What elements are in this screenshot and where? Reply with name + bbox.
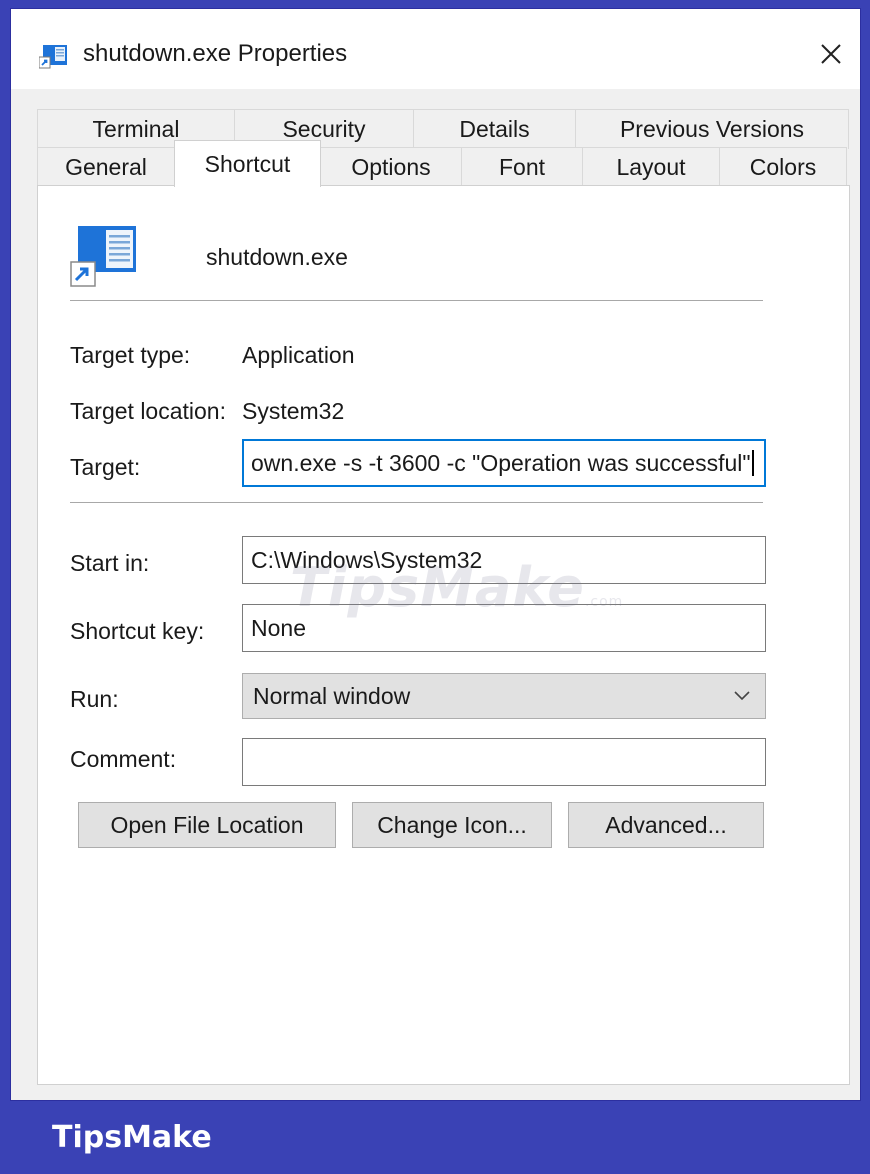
start-in-label: Start in:	[70, 550, 150, 576]
shortcut-tab-panel: shutdown.exe Target type: Application Ta…	[37, 185, 850, 1085]
shortcut-key-label: Shortcut key:	[70, 618, 205, 644]
target-field[interactable]: own.exe -s -t 3600 -c "Operation was suc…	[242, 439, 766, 487]
shortcut-name: shutdown.exe	[206, 244, 348, 270]
title-bar: shutdown.exe Properties	[11, 9, 860, 89]
footer-bar: TipsMake	[0, 1108, 870, 1174]
tab-general[interactable]: General	[37, 147, 175, 187]
target-location-value: System32	[242, 398, 345, 424]
advanced-button[interactable]: Advanced...	[568, 802, 764, 848]
target-label: Target:	[70, 454, 141, 480]
tab-colors[interactable]: Colors	[719, 147, 847, 187]
close-button[interactable]	[808, 31, 854, 77]
tab-row-bottom: General Shortcut Options Font Layout Col…	[37, 140, 847, 187]
tab-details[interactable]: Details	[413, 109, 576, 149]
text-caret	[751, 450, 754, 476]
application-icon	[70, 226, 136, 287]
footer-brand: TipsMake	[52, 1120, 212, 1155]
tab-previous-versions[interactable]: Previous Versions	[575, 109, 849, 149]
properties-dialog: shutdown.exe Properties Terminal Securit…	[10, 8, 861, 1101]
comment-field[interactable]	[242, 738, 766, 786]
target-field-text: own.exe -s -t 3600 -c "Operation was suc…	[251, 449, 751, 476]
target-type-label: Target type:	[70, 342, 191, 368]
target-location-label: Target location:	[70, 398, 226, 424]
run-label: Run:	[70, 686, 119, 712]
comment-label: Comment:	[70, 746, 177, 772]
tab-row-top: Terminal Security Details Previous Versi…	[37, 109, 849, 149]
tab-font[interactable]: Font	[461, 147, 583, 187]
start-in-field[interactable]: C:\Windows\System32	[242, 536, 766, 584]
shortcut-key-field[interactable]: None	[242, 604, 766, 652]
window-title: shutdown.exe Properties	[83, 40, 348, 67]
divider	[70, 502, 763, 503]
run-selected-value: Normal window	[253, 682, 411, 709]
open-file-location-button[interactable]: Open File Location	[78, 802, 336, 848]
close-icon	[821, 44, 841, 64]
tab-layout[interactable]: Layout	[582, 147, 720, 187]
chevron-down-icon	[734, 691, 750, 701]
tab-options[interactable]: Options	[320, 147, 462, 187]
change-icon-button[interactable]: Change Icon...	[352, 802, 552, 848]
divider	[70, 300, 763, 301]
shortcut-window-icon	[39, 45, 67, 69]
run-dropdown[interactable]: Normal window	[242, 673, 766, 719]
tab-shortcut[interactable]: Shortcut	[174, 140, 321, 187]
target-type-value: Application	[242, 342, 355, 368]
